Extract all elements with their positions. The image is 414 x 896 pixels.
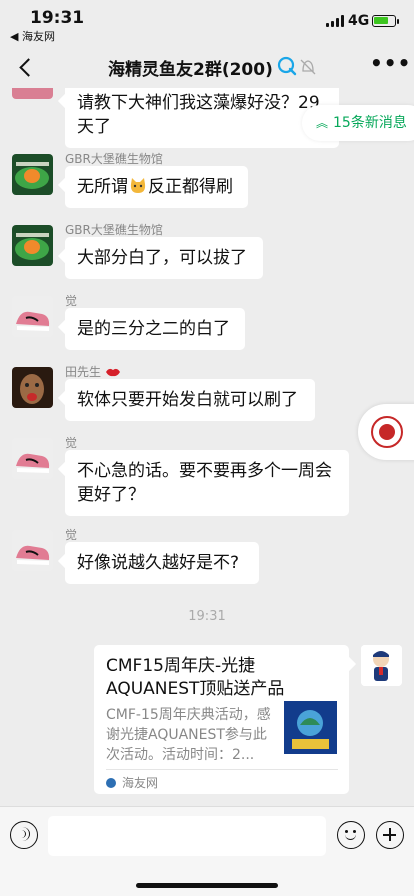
battery-icon	[372, 15, 396, 27]
card-title: CMF15周年庆-光捷AQUANEST顶贴送产品	[106, 656, 285, 699]
plus-icon[interactable]	[376, 821, 404, 849]
avatar[interactable]	[12, 367, 53, 408]
message-bubble[interactable]: 好像说越久越好是不?	[65, 542, 259, 584]
message-text: 无所谓	[77, 177, 128, 197]
card-source: 海友网	[122, 776, 159, 790]
card-thumbnail	[284, 701, 337, 754]
message-bubble[interactable]: 无所谓 反正都得刷	[65, 166, 248, 208]
avatar[interactable]	[12, 225, 53, 266]
card-divider	[106, 769, 338, 770]
message-text: 是的三分之二的白了	[77, 319, 230, 339]
avatar[interactable]	[12, 530, 53, 571]
sender-name: GBR大堡礁生物馆	[65, 152, 163, 166]
sender-name: GBR大堡礁生物馆	[65, 223, 163, 237]
voice-icon[interactable]	[10, 821, 38, 849]
message-bubble[interactable]: 软体只要开始发白就可以刷了	[65, 379, 315, 421]
emoji-icon[interactable]	[337, 821, 365, 849]
input-bar	[0, 806, 414, 896]
time-divider: 19:31	[188, 609, 226, 624]
battery-tip	[397, 19, 399, 24]
message-bubble[interactable]: 不心急的话。要不要再多个一周会更好了？	[65, 450, 349, 516]
status-bar: 19:31 ◀ 海友网 4G	[0, 0, 414, 46]
sender-name-text: 田先生	[65, 365, 102, 379]
message-text: 大部分白了，可以拔了	[77, 248, 247, 268]
cat-emoji-icon	[129, 177, 147, 195]
message-text: 请教下大神们我这藻爆好没？29天了	[77, 93, 320, 137]
card-description: CMF-15周年庆典活动，感谢光捷AQUANEST参与此次活动。活动时间：2..…	[106, 707, 271, 763]
shared-link-card[interactable]: CMF15周年庆-光捷AQUANEST顶贴送产品 CMF-15周年庆典活动，感谢…	[94, 645, 349, 794]
signal-icon	[326, 15, 344, 27]
sender-name: 觉	[65, 294, 78, 308]
double-chevron-up-icon: ︽	[316, 116, 329, 130]
emblem-icon	[371, 416, 403, 448]
lips-emoji-icon	[106, 366, 121, 377]
new-messages-label: 15条新消息	[333, 115, 407, 131]
sender-name: 田先生	[65, 363, 121, 380]
floating-badge[interactable]	[358, 404, 414, 460]
more-icon[interactable]: •••	[370, 53, 410, 80]
mute-icon	[277, 56, 317, 76]
message-text: 好像说越久越好是不?	[77, 553, 240, 573]
source-logo-icon	[106, 778, 116, 788]
back-to-app-link[interactable]: ◀ 海友网	[10, 28, 55, 44]
avatar[interactable]	[12, 438, 53, 479]
sender-name: 觉	[65, 436, 78, 450]
message-text: 不心急的话。要不要再多个一周会更好了？	[77, 461, 332, 505]
chat-header: 海精灵鱼友2群(200) •••	[0, 46, 414, 88]
message-bubble[interactable]: 大部分白了，可以拔了	[65, 237, 263, 279]
back-icon[interactable]	[12, 52, 42, 82]
message-text: 反正都得刷	[148, 177, 233, 197]
message-input[interactable]	[48, 816, 326, 856]
message-text: 软体只要开始发白就可以刷了	[77, 390, 298, 410]
sender-name: 觉	[65, 528, 78, 542]
message-bubble[interactable]: 请教下大神们我这藻爆好没？29天了	[65, 88, 339, 148]
message-bubble[interactable]: 是的三分之二的白了	[65, 308, 245, 350]
status-time: 19:31	[30, 8, 85, 28]
message-list[interactable]: 请教下大神们我这藻爆好没？29天了 ︽ 15条新消息 GBR大堡礁生物馆 无所谓反…	[0, 88, 414, 806]
avatar[interactable]	[12, 88, 53, 99]
new-messages-button[interactable]: ︽ 15条新消息	[302, 105, 414, 141]
chat-title: 海精灵鱼友2群(200)	[108, 60, 273, 80]
avatar[interactable]	[12, 296, 53, 337]
my-avatar[interactable]	[361, 645, 402, 686]
home-indicator	[136, 883, 278, 888]
network-type: 4G	[348, 13, 370, 29]
avatar[interactable]	[12, 154, 53, 195]
